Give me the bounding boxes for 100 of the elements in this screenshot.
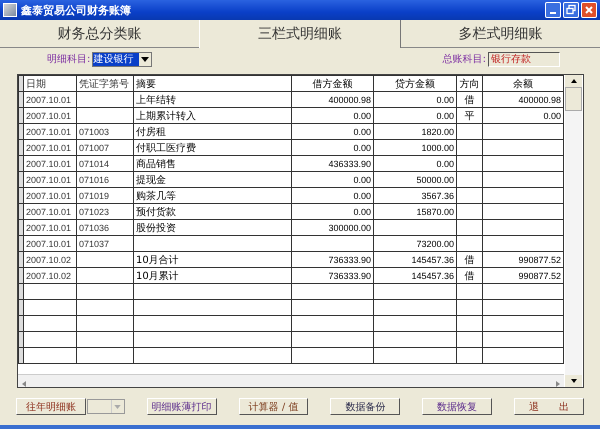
empty-cell — [76, 316, 134, 332]
table-cell: 2007.10.01 — [24, 188, 76, 204]
table-cell: 071014 — [76, 156, 134, 172]
empty-cell — [456, 316, 482, 332]
table-cell: 商品销售 — [134, 156, 292, 172]
table-cell: 071036 — [76, 220, 134, 236]
table-cell: 预付货款 — [134, 204, 292, 220]
scroll-left-icon[interactable] — [22, 380, 26, 386]
table-cell: 2007.10.01 — [24, 124, 76, 140]
table-cell: 071003 — [76, 124, 134, 140]
column-header[interactable]: 借方金额 — [292, 76, 374, 92]
empty-cell — [456, 236, 482, 252]
table-cell: 2007.10.01 — [24, 172, 76, 188]
table-cell: 0.00 — [374, 92, 456, 108]
column-header[interactable]: 余额 — [482, 76, 564, 92]
restore-icon — [564, 3, 578, 17]
empty-cell — [76, 108, 134, 124]
empty-cell — [456, 204, 482, 220]
table-cell: 736333.90 — [292, 268, 374, 284]
table-cell: 990877.52 — [482, 268, 564, 284]
toolbar-button[interactable]: 退 出 — [514, 398, 584, 415]
table-cell: 2007.10.01 — [24, 204, 76, 220]
empty-cell — [76, 300, 134, 316]
column-header[interactable]: 摘要 — [134, 76, 292, 92]
table-cell: 借 — [456, 268, 482, 284]
empty-cell — [456, 124, 482, 140]
empty-cell — [456, 348, 482, 364]
table-cell: 0.00 — [292, 204, 374, 220]
table-cell: 付房租 — [134, 124, 292, 140]
table-cell: 2007.10.01 — [24, 140, 76, 156]
restore-button[interactable] — [563, 2, 579, 18]
table-cell: 股份投资 — [134, 220, 292, 236]
table-cell: 上年结转 — [134, 92, 292, 108]
app-icon — [3, 3, 17, 17]
subject-field[interactable]: 银行存款 — [488, 52, 560, 66]
table-cell: 736333.90 — [292, 252, 374, 268]
table-cell: 10月累计 — [134, 268, 292, 284]
table-cell: 2007.10.01 — [24, 156, 76, 172]
table-cell: 借 — [456, 92, 482, 108]
table-cell: 400000.98 — [482, 92, 564, 108]
table-cell: 145457.36 — [374, 252, 456, 268]
close-button[interactable] — [581, 2, 597, 18]
toolbar-button[interactable]: 数据恢复 — [422, 398, 492, 415]
field-label: 总账科目: — [442, 52, 486, 66]
table-cell: 上期累计转入 — [134, 108, 292, 124]
table-cell: 300000.00 — [292, 220, 374, 236]
table-cell: 436333.90 — [292, 156, 374, 172]
table-cell: 73200.00 — [374, 236, 456, 252]
empty-cell — [456, 172, 482, 188]
minimize-button[interactable] — [545, 2, 561, 18]
table-cell: 071037 — [76, 236, 134, 252]
empty-cell — [76, 92, 134, 108]
table-cell: 50000.00 — [374, 172, 456, 188]
empty-cell — [76, 348, 134, 364]
table-cell: 2007.10.01 — [24, 108, 76, 124]
table-cell: 071019 — [76, 188, 134, 204]
table-cell: 2007.10.01 — [24, 92, 76, 108]
scroll-down-icon[interactable] — [570, 379, 576, 383]
table-cell: 0.00 — [292, 188, 374, 204]
table-cell: 0.00 — [292, 108, 374, 124]
empty-cell — [76, 284, 134, 300]
empty-cell — [456, 156, 482, 172]
table-cell: 借 — [456, 252, 482, 268]
table-cell: 400000.98 — [292, 92, 374, 108]
empty-cell — [456, 332, 482, 348]
table-cell: 10月合计 — [134, 252, 292, 268]
toolbar-button[interactable]: 明细账薄打印 — [146, 398, 217, 415]
subject-dropdown[interactable]: 建设银行 — [92, 52, 152, 66]
toolbar-button[interactable]: 数据备份 — [330, 398, 400, 415]
column-header[interactable]: 方向 — [456, 76, 482, 92]
table-cell: 0.00 — [374, 108, 456, 124]
minimize-icon — [550, 12, 556, 14]
table-cell: 0.00 — [292, 172, 374, 188]
empty-cell — [76, 268, 134, 284]
tab[interactable]: 财务总分类账 — [0, 20, 200, 48]
scroll-right-icon[interactable] — [556, 380, 560, 386]
column-header[interactable]: 贷方金额 — [374, 76, 456, 92]
toolbar-button[interactable]: 计算器 / 值 — [238, 398, 308, 415]
table-cell: 1000.00 — [374, 140, 456, 156]
field-label: 明细科目: — [47, 52, 90, 66]
table-cell: 071007 — [76, 140, 134, 156]
table-cell: 3567.36 — [374, 188, 456, 204]
scroll-thumb[interactable] — [565, 87, 582, 111]
table-cell: 0.00 — [292, 140, 374, 156]
empty-cell — [456, 140, 482, 156]
table-cell: 2007.10.01 — [24, 236, 76, 252]
empty-cell — [456, 284, 482, 300]
scroll-up-icon[interactable] — [570, 79, 576, 83]
table-cell: 2007.10.02 — [24, 252, 76, 268]
table-cell: 提现金 — [134, 172, 292, 188]
column-header[interactable]: 凭证字第号 — [76, 76, 134, 92]
empty-cell — [456, 188, 482, 204]
tab[interactable]: 多栏式明细账 — [400, 20, 600, 48]
table-cell: 071023 — [76, 204, 134, 220]
toolbar-button[interactable]: 往年明细账 — [16, 398, 86, 415]
empty-cell — [76, 332, 134, 348]
tab[interactable]: 三栏式明细账 — [199, 20, 401, 48]
table-cell: 0.00 — [292, 124, 374, 140]
table-cell: 购茶几等 — [134, 188, 292, 204]
column-header[interactable]: 日期 — [24, 76, 76, 92]
